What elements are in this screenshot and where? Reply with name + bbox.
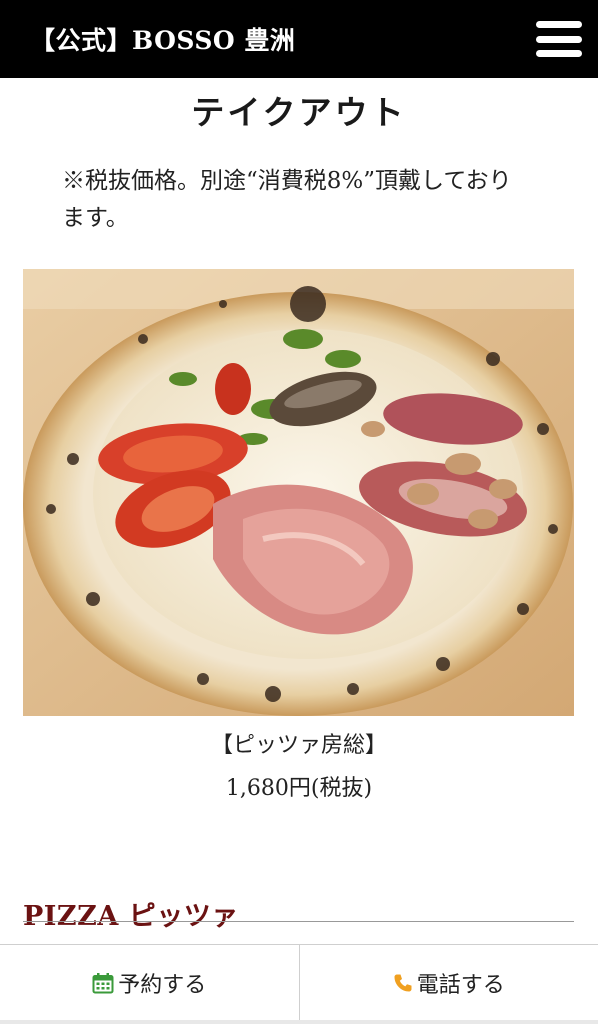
item-price: 1,680円(税抜) [225,776,373,801]
hamburger-line [536,50,582,57]
section-heading-pizza: PIZZA ピッツァ [23,901,239,933]
reserve-button[interactable]: 予約する [0,945,299,1021]
hamburger-line [536,35,582,43]
section-divider [23,921,574,922]
calendar-icon [92,972,114,994]
site-header: 【公式】BOSSO 豊洲 [0,0,598,78]
site-title-link[interactable]: 【公式】BOSSO 豊洲 [30,21,295,57]
bottom-action-bar: 予約する 電話する [0,944,598,1024]
hamburger-line [536,21,582,28]
reserve-label: 予約する [118,973,207,998]
item-name: 【ピッツァ房総】 [210,733,387,758]
call-label: 電話する [416,973,505,998]
hamburger-menu-icon[interactable] [536,21,582,57]
page: 【公式】BOSSO 豊洲 テイクアウト ※税抜価格。別途“消費税8%”頂戴してお… [0,0,598,1024]
page-title: テイクアウト [191,93,407,132]
tax-note: ※税抜価格。別途“消費税8%”頂戴しております。 [62,168,512,231]
phone-icon [393,973,413,993]
pizza-photo [23,269,574,716]
call-button[interactable]: 電話する [298,945,598,1021]
bottom-strip [0,1020,598,1024]
